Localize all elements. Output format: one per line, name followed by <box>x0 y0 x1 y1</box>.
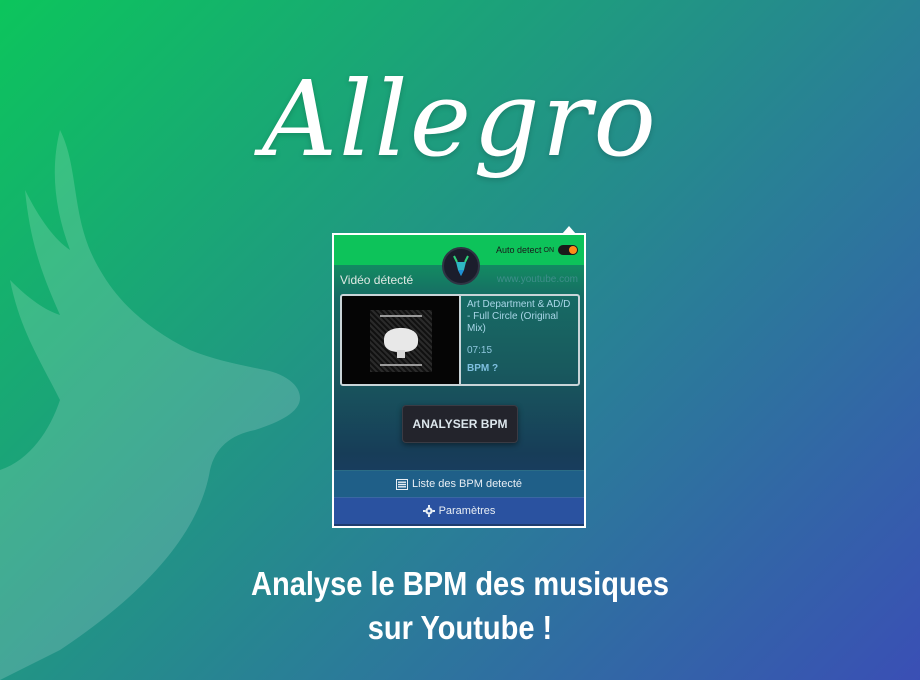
video-detected-label: Vidéo détecté <box>340 273 414 287</box>
settings-link[interactable]: Paramètres <box>334 497 584 524</box>
track-thumbnail <box>342 296 461 384</box>
auto-detect-label: Auto detect <box>495 245 542 255</box>
bpm-list-link[interactable]: Liste des BPM detecté <box>334 470 584 497</box>
album-art <box>370 310 432 372</box>
tagline-line-1: Analyse le BPM des musiques <box>250 565 669 602</box>
brain-icon <box>384 328 418 352</box>
toggle-knob <box>569 246 577 254</box>
tagline-line-2: sur Youtube ! <box>367 609 553 646</box>
popup-caret <box>562 226 576 234</box>
gear-icon <box>422 505 435 517</box>
extension-popup: Auto detect ON Vidéo détecté www.youtube… <box>332 226 586 528</box>
video-source-link[interactable]: www.youtube.com <box>497 274 578 285</box>
auto-detect-toggle[interactable] <box>558 245 578 255</box>
track-duration: 07:15 <box>467 345 493 356</box>
deer-logo-icon <box>442 247 480 285</box>
analyze-bpm-button[interactable]: ANALYSER BPM <box>402 405 518 443</box>
bpm-list-label: Liste des BPM detecté <box>411 478 523 490</box>
auto-detect-state: ON <box>543 246 555 254</box>
track-bpm: BPM ? <box>467 363 499 374</box>
brand-title: Allegro <box>261 58 659 180</box>
track-title: Art Department & AD/D - Full Circle (Ori… <box>467 299 571 334</box>
auto-detect-control[interactable]: Auto detect ON <box>496 245 578 255</box>
settings-label: Paramètres <box>438 505 496 517</box>
track-card: Art Department & AD/D - Full Circle (Ori… <box>340 294 580 386</box>
list-icon <box>395 478 408 490</box>
track-info: Art Department & AD/D - Full Circle (Ori… <box>461 296 578 384</box>
